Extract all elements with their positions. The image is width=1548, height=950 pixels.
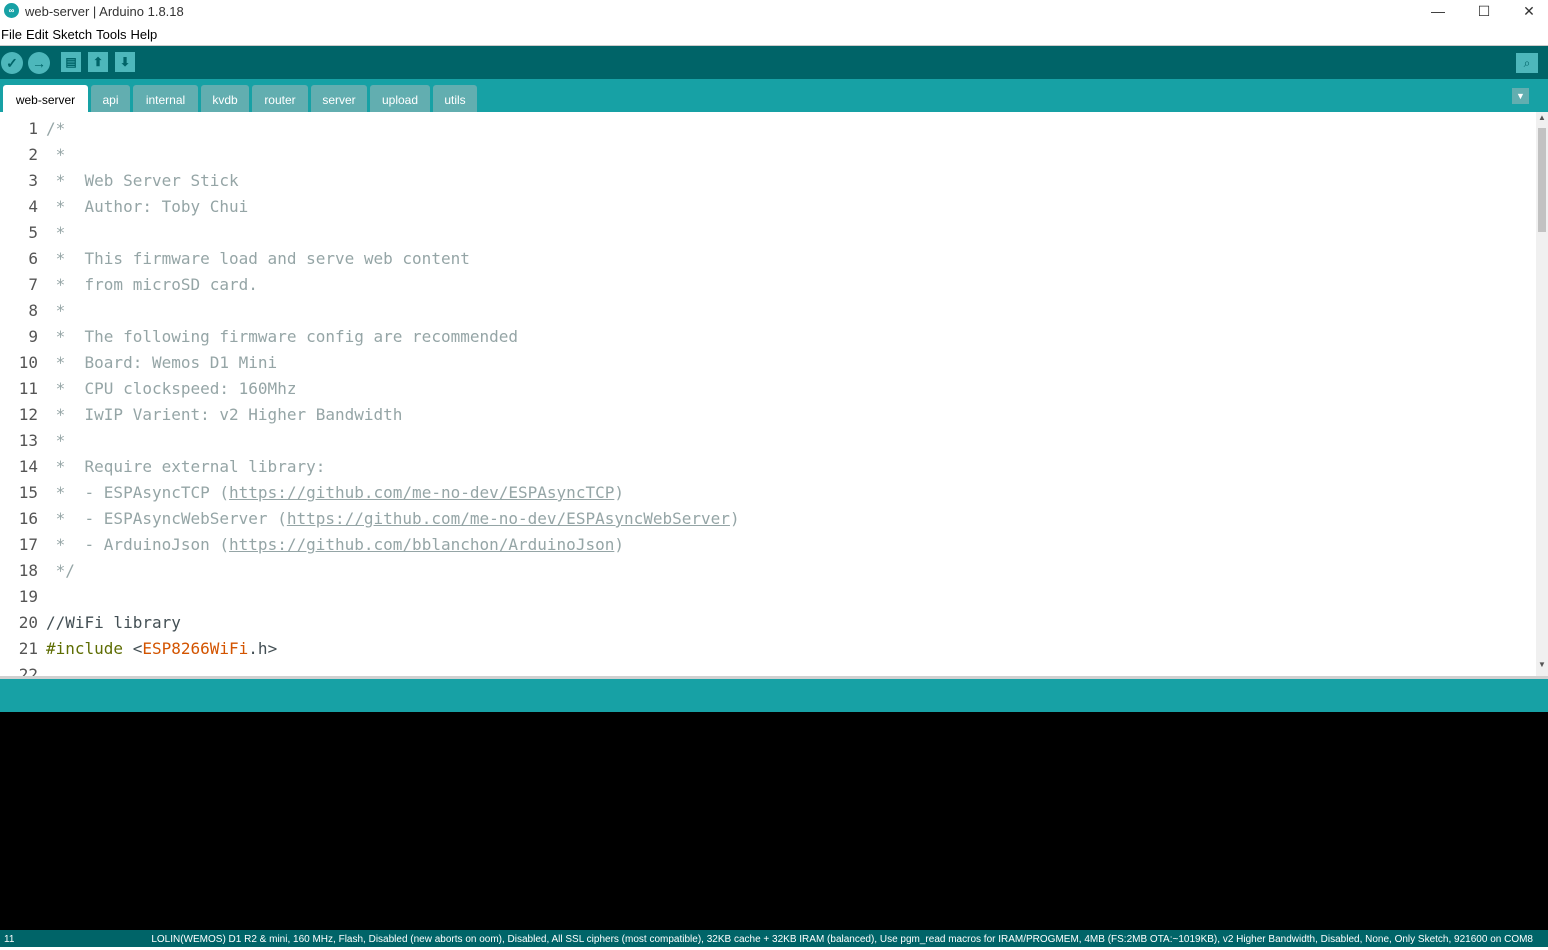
title-bar: ∞ web-server | Arduino 1.8.18 — ☐ ✕: [0, 0, 1548, 24]
code-line: * Web Server Stick: [46, 171, 239, 190]
code-line: * Board: Wemos D1 Mini: [46, 353, 278, 372]
url-link[interactable]: https://github.com/me-no-dev/ESPAsyncWeb…: [287, 509, 730, 528]
tab-bar: web-server api internal kvdb router serv…: [0, 79, 1548, 112]
current-line-number: 11: [4, 934, 15, 945]
menu-sketch[interactable]: Sketch: [51, 25, 95, 43]
code-line: * Require external library:: [46, 457, 326, 476]
board-config-info: LOLIN(WEMOS) D1 R2 & mini, 160 MHz, Flas…: [151, 934, 1533, 945]
code-line: #include <ESP8266WiFi.h>: [46, 639, 277, 658]
window-title: web-server | Arduino 1.8.18: [25, 4, 184, 19]
code-line: *: [46, 223, 66, 242]
line-number: 2: [28, 145, 38, 164]
line-number-gutter: 1 2 3 4 5 6 7 8 9 10 11 12 13 14 15 16 1…: [0, 112, 42, 676]
console-output[interactable]: [0, 712, 1548, 930]
minimize-button[interactable]: —: [1416, 0, 1460, 24]
tab-api[interactable]: api: [91, 85, 130, 112]
tab-menu-dropdown-icon[interactable]: ▼: [1512, 88, 1529, 104]
code-text: ): [729, 509, 740, 528]
upload-button[interactable]: →: [28, 52, 50, 74]
include-keyword: #include: [46, 639, 124, 658]
code-text: * - ESPAsyncTCP (: [46, 483, 230, 502]
line-number: 14: [18, 457, 38, 476]
code-line: * - ESPAsyncWebServer (https://github.co…: [46, 509, 740, 528]
menu-file[interactable]: File: [0, 25, 25, 43]
code-line: * The following firmware config are reco…: [46, 327, 519, 346]
line-number: 6: [28, 249, 38, 268]
editor-scrollbar[interactable]: ▲ ▼: [1536, 112, 1548, 676]
tab-web-server[interactable]: web-server: [3, 85, 88, 112]
line-number: 21: [18, 639, 38, 658]
save-sketch-button[interactable]: ⬇: [115, 52, 135, 72]
tab-router[interactable]: router: [252, 85, 308, 112]
code-editor[interactable]: 1 2 3 4 5 6 7 8 9 10 11 12 13 14 15 16 1…: [0, 112, 1536, 676]
new-sketch-button[interactable]: ▤: [61, 52, 81, 72]
line-number: 7: [28, 275, 38, 294]
code-line: * - ArduinoJson (https://github.com/bbla…: [46, 535, 624, 554]
line-number: 5: [28, 223, 38, 242]
code-line: /*: [46, 119, 66, 138]
line-number: 17: [18, 535, 38, 554]
menu-tools[interactable]: Tools: [95, 25, 129, 43]
code-text: * - ArduinoJson (: [46, 535, 230, 554]
library-name: ESP8266WiFi: [142, 639, 249, 658]
close-button[interactable]: ✕: [1507, 0, 1548, 24]
line-number: 11: [18, 379, 38, 398]
scroll-up-icon[interactable]: ▲: [1536, 112, 1548, 124]
menu-bar: File Edit Sketch Tools Help: [0, 25, 1548, 46]
serial-monitor-button[interactable]: ⌕: [1516, 53, 1538, 73]
menu-edit[interactable]: Edit: [25, 25, 51, 43]
line-number: 18: [18, 561, 38, 580]
line-number: 16: [18, 509, 38, 528]
code-text: <: [123, 639, 143, 658]
line-number: 10: [18, 353, 38, 372]
tab-upload[interactable]: upload: [370, 85, 430, 112]
code-line: * IwIP Varient: v2 Higher Bandwidth: [46, 405, 403, 424]
line-number: 13: [18, 431, 38, 450]
tab-utils[interactable]: utils: [433, 85, 477, 112]
line-number: 22: [18, 665, 38, 676]
code-line: * CPU clockspeed: 160Mhz: [46, 379, 297, 398]
open-sketch-button[interactable]: ⬆: [88, 52, 108, 72]
code-text: ): [614, 535, 624, 554]
tab-internal[interactable]: internal: [133, 85, 198, 112]
line-number: 3: [28, 171, 38, 190]
line-number: 1: [28, 119, 38, 138]
line-number: 12: [18, 405, 38, 424]
code-line: *: [46, 301, 66, 320]
url-link[interactable]: https://github.com/me-no-dev/ESPAsyncTCP: [229, 483, 614, 502]
tab-kvdb[interactable]: kvdb: [201, 85, 249, 112]
line-number: 19: [18, 587, 38, 606]
message-bar: [0, 679, 1548, 712]
code-line: *: [46, 431, 66, 450]
footer-status-bar: 11 LOLIN(WEMOS) D1 R2 & mini, 160 MHz, F…: [0, 930, 1548, 947]
toolbar: ✓ → ▤ ⬆ ⬇ ⌕: [0, 46, 1548, 79]
url-link[interactable]: https://github.com/bblanchon/ArduinoJson: [229, 535, 614, 554]
code-line: * - ESPAsyncTCP (https://github.com/me-n…: [46, 483, 624, 502]
code-text: * - ESPAsyncWebServer (: [46, 509, 287, 528]
line-number: 8: [28, 301, 38, 320]
code-text: .h>: [248, 639, 278, 658]
verify-button[interactable]: ✓: [1, 52, 23, 74]
scrollbar-thumb[interactable]: [1538, 128, 1546, 232]
arduino-logo-icon: ∞: [4, 3, 19, 18]
menu-help[interactable]: Help: [129, 25, 160, 43]
code-text: ): [614, 483, 624, 502]
code-line: * This firmware load and serve web conte…: [46, 249, 470, 268]
line-number: 4: [28, 197, 38, 216]
code-line: * from microSD card.: [46, 275, 258, 294]
line-number: 15: [18, 483, 38, 502]
line-number: 9: [28, 327, 38, 346]
line-number: 20: [18, 613, 38, 632]
code-line: */: [46, 561, 75, 580]
maximize-button[interactable]: ☐: [1462, 0, 1506, 24]
tab-server[interactable]: server: [311, 85, 367, 112]
code-line: //WiFi library: [46, 613, 181, 632]
scroll-down-icon[interactable]: ▼: [1536, 659, 1548, 671]
code-line: * Author: Toby Chui: [46, 197, 249, 216]
code-line: *: [46, 145, 66, 164]
